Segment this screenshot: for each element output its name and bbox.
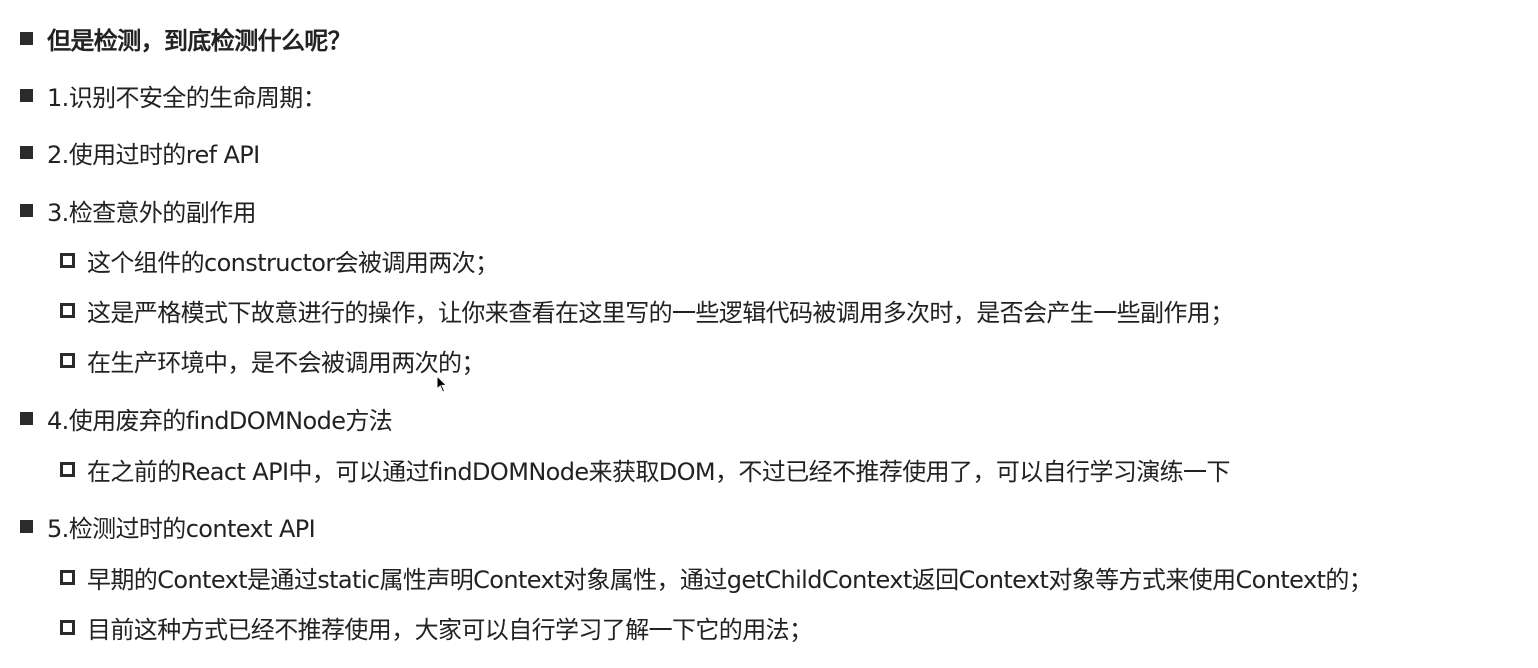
list-item-3: 3.检查意外的副作用 bbox=[20, 192, 257, 228]
filled-square-bullet-icon bbox=[20, 145, 33, 159]
hollow-square-bullet-icon bbox=[60, 302, 75, 318]
hollow-square-bullet-icon bbox=[60, 252, 75, 268]
filled-square-bullet-icon bbox=[20, 88, 33, 102]
sub-item-5-2: 目前这种方式已经不推荐使用，大家可以自行学习了解一下它的用法； bbox=[60, 609, 813, 645]
list-item-text: 4.使用废弃的findDOMNode方法 bbox=[47, 406, 393, 435]
hollow-square-bullet-icon bbox=[60, 619, 75, 635]
sub-item-3-1: 这个组件的constructor会被调用两次； bbox=[60, 242, 499, 278]
list-item-text: 5.检测过时的context API bbox=[47, 514, 316, 543]
list-item-4: 4.使用废弃的findDOMNode方法 bbox=[20, 400, 393, 436]
sub-item-text: 在之前的React API中，可以通过findDOMNode来获取DOM，不过已… bbox=[87, 457, 1230, 486]
sub-item-3-2: 这是严格模式下故意进行的操作，让你来查看在这里写的一些逻辑代码被调用多次时，是否… bbox=[60, 292, 1234, 328]
sub-item-text: 这个组件的constructor会被调用两次； bbox=[87, 248, 499, 277]
filled-square-bullet-icon bbox=[20, 411, 33, 425]
list-item-text: 2.使用过时的ref API bbox=[47, 140, 260, 169]
hollow-square-bullet-icon bbox=[60, 461, 75, 477]
sub-item-text: 早期的Context是通过static属性声明Context对象属性，通过get… bbox=[87, 565, 1373, 594]
list-item-text: 1.识别不安全的生命周期： bbox=[47, 83, 327, 112]
list-item-1: 1.识别不安全的生命周期： bbox=[20, 77, 327, 113]
list-item-heading: 但是检测，到底检测什么呢？ bbox=[20, 20, 352, 56]
filled-square-bullet-icon bbox=[20, 31, 33, 45]
list-item-text: 3.检查意外的副作用 bbox=[47, 198, 257, 227]
sub-item-3-3: 在生产环境中，是不会被调用两次的； bbox=[60, 342, 485, 378]
hollow-square-bullet-icon bbox=[60, 569, 75, 585]
sub-item-text: 目前这种方式已经不推荐使用，大家可以自行学习了解一下它的用法； bbox=[87, 615, 813, 644]
filled-square-bullet-icon bbox=[20, 519, 33, 533]
mouse-pointer-icon bbox=[436, 375, 448, 393]
list-item-5: 5.检测过时的context API bbox=[20, 508, 316, 544]
sub-item-text: 在生产环境中，是不会被调用两次的； bbox=[87, 348, 485, 377]
sub-item-text: 这是严格模式下故意进行的操作，让你来查看在这里写的一些逻辑代码被调用多次时，是否… bbox=[87, 298, 1234, 327]
hollow-square-bullet-icon bbox=[60, 352, 75, 368]
list-item-2: 2.使用过时的ref API bbox=[20, 134, 260, 170]
sub-item-4-1: 在之前的React API中，可以通过findDOMNode来获取DOM，不过已… bbox=[60, 451, 1230, 487]
filled-square-bullet-icon bbox=[20, 203, 33, 217]
sub-item-5-1: 早期的Context是通过static属性声明Context对象属性，通过get… bbox=[60, 559, 1373, 595]
heading-text: 但是检测，到底检测什么呢？ bbox=[47, 26, 352, 55]
